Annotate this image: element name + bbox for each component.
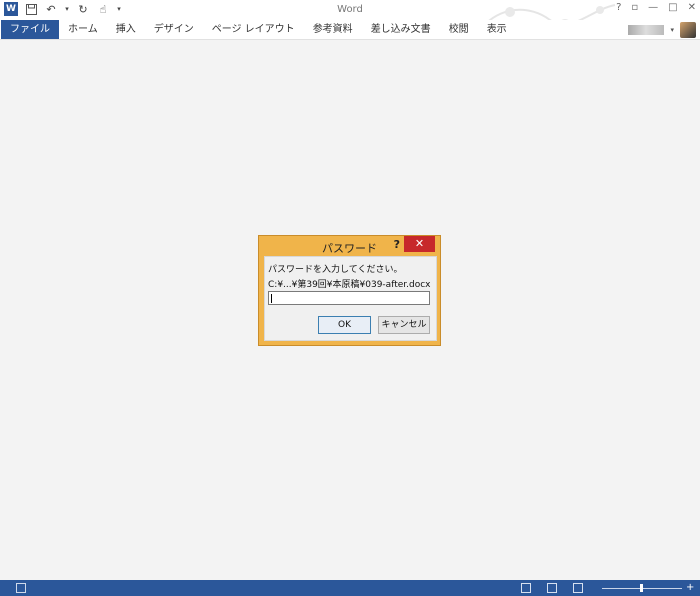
- view-buttons: [521, 583, 583, 593]
- minimize-button[interactable]: —: [648, 2, 658, 13]
- zoom-in-icon[interactable]: +: [686, 582, 694, 593]
- tab-references[interactable]: 参考資料: [304, 20, 362, 39]
- ribbon-tabs: ファイル ホーム 挿入 デザイン ページ レイアウト 参考資料 差し込み文書 校…: [0, 20, 700, 40]
- tab-view[interactable]: 表示: [478, 20, 516, 39]
- document-path: C:¥...¥第39回¥本原稿¥039-after.docx: [268, 280, 431, 290]
- web-layout-icon[interactable]: [573, 583, 583, 593]
- dialog-close-button[interactable]: ✕: [404, 236, 435, 252]
- ok-button[interactable]: OK: [318, 316, 371, 334]
- ribbon-display-options-icon[interactable]: ▫: [631, 2, 638, 13]
- help-icon[interactable]: ?: [616, 2, 621, 13]
- avatar[interactable]: [680, 21, 696, 38]
- tab-insert[interactable]: 挿入: [107, 20, 145, 39]
- account-dropdown-icon[interactable]: ▾: [670, 26, 674, 34]
- tab-page-layout[interactable]: ページ レイアウト: [203, 20, 304, 39]
- dialog-help-icon[interactable]: ?: [394, 238, 400, 251]
- account-name-blurred[interactable]: [628, 24, 665, 35]
- tab-review[interactable]: 校閲: [440, 20, 478, 39]
- title-bar: W ↶ ▾ ↻ ☝ ▾ Word ? ▫ — □ ✕: [0, 0, 700, 31]
- maximize-button[interactable]: □: [668, 2, 677, 13]
- password-input[interactable]: [268, 291, 430, 305]
- zoom-slider-handle[interactable]: [640, 584, 643, 592]
- window-controls: ? ▫ — □ ✕: [616, 2, 696, 13]
- account-area[interactable]: ▾: [628, 20, 696, 39]
- cancel-button[interactable]: キャンセル: [378, 316, 430, 334]
- tab-mailings[interactable]: 差し込み文書: [362, 20, 440, 39]
- read-mode-icon[interactable]: [521, 583, 531, 593]
- tab-design[interactable]: デザイン: [145, 20, 203, 39]
- dialog-body: パスワードを入力してください。 C:¥...¥第39回¥本原稿¥039-afte…: [264, 256, 437, 341]
- tab-file[interactable]: ファイル: [1, 20, 59, 39]
- close-window-button[interactable]: ✕: [688, 2, 696, 13]
- text-caret: [271, 294, 272, 303]
- password-prompt: パスワードを入力してください。: [268, 265, 403, 275]
- password-dialog: パスワード ? ✕ パスワードを入力してください。 C:¥...¥第39回¥本原…: [258, 235, 441, 346]
- print-layout-icon[interactable]: [547, 583, 557, 593]
- document-status-icon[interactable]: [16, 583, 26, 593]
- status-bar: +: [0, 580, 700, 596]
- tab-home[interactable]: ホーム: [59, 20, 107, 39]
